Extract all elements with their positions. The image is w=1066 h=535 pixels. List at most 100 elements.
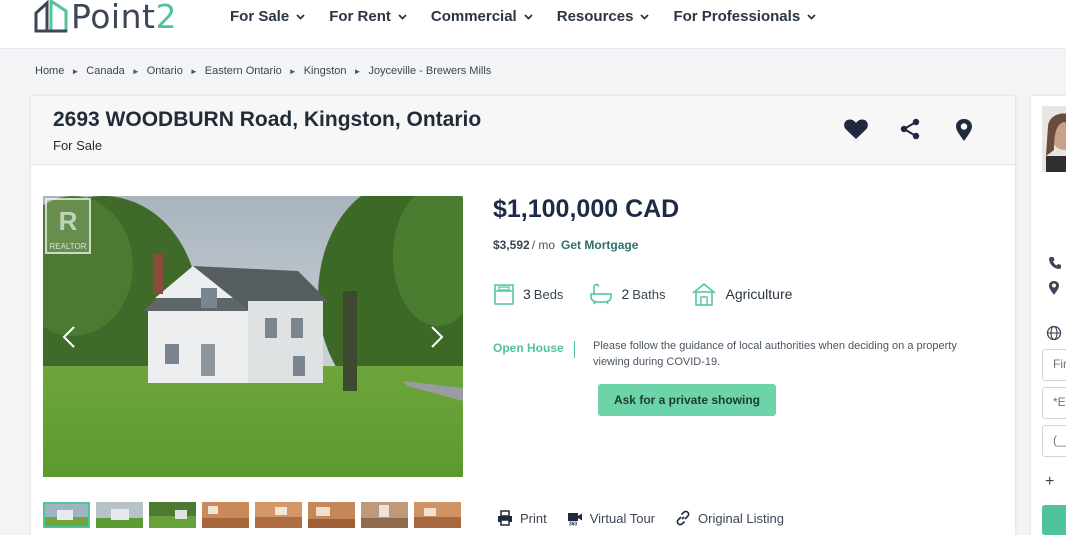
chevron-down-icon	[640, 13, 650, 20]
private-showing-button[interactable]: Ask for a private showing	[598, 384, 776, 416]
get-mortgage-link[interactable]: Get Mortgage	[561, 238, 638, 252]
email-field[interactable]: *Email	[1042, 387, 1066, 419]
next-photo-button[interactable]	[427, 323, 447, 351]
house-logo-icon	[34, 0, 68, 33]
breadcrumb-home[interactable]: Home	[35, 65, 64, 77]
virtual-tour-label: Virtual Tour	[589, 510, 656, 526]
chevron-down-icon	[296, 13, 305, 20]
breadcrumb-kingston[interactable]: Kingston	[304, 65, 347, 77]
chevron-down-icon	[524, 13, 533, 20]
link-icon	[676, 510, 690, 526]
logo-digit: 2	[155, 0, 177, 36]
breadcrumb-separator-icon: ►	[131, 66, 140, 76]
logo-wordmark: Point2	[71, 0, 177, 36]
listing-price: $1,100,000 CAD	[493, 195, 680, 223]
page: Point2 For Sale For Rent Commercial Reso…	[0, 0, 1066, 535]
nav-for-rent-label: For Rent	[329, 8, 391, 25]
breadcrumb-separator-icon: ►	[71, 66, 80, 76]
baths-feature: 2 Baths	[589, 283, 665, 305]
chevron-down-icon	[398, 13, 407, 20]
phone-field[interactable]: (___	[1042, 425, 1066, 457]
listing-card: 2693 WOODBURN Road, Kingston, Ontario Fo…	[31, 96, 1015, 535]
heart-icon	[844, 119, 868, 139]
add-icon[interactable]: +	[1045, 473, 1054, 491]
baths-label: Baths	[632, 286, 666, 302]
logo-word: Point	[71, 0, 156, 36]
nav-commercial-label: Commercial	[430, 8, 517, 25]
nav-resources[interactable]: Resources	[557, 8, 650, 25]
thumbnail[interactable]	[308, 502, 355, 528]
breadcrumb-separator-icon: ►	[353, 66, 362, 76]
thumbnail[interactable]	[202, 502, 249, 528]
house-icon	[693, 283, 716, 306]
previous-photo-button[interactable]	[59, 323, 79, 351]
photo-thumbnails	[43, 502, 467, 528]
agent-contact-panel: First *Email (___ +	[1031, 96, 1066, 535]
first-name-field[interactable]: First	[1042, 349, 1066, 381]
nav-for-professionals[interactable]: For Professionals	[673, 8, 816, 25]
globe-icon[interactable]	[1046, 325, 1062, 346]
listing-features: 3 Beds 2 Baths Agriculture	[493, 282, 818, 306]
chevron-right-icon	[431, 326, 444, 348]
phone-icon[interactable]	[1048, 256, 1062, 275]
breadcrumb: Home ► Canada ► Ontario ► Eastern Ontari…	[35, 65, 491, 77]
share-icon	[900, 118, 920, 140]
top-navigation-bar: Point2 For Sale For Rent Commercial Reso…	[0, 0, 1066, 49]
svg-text:360: 360	[569, 522, 578, 527]
breadcrumb-ontario[interactable]: Ontario	[147, 65, 183, 77]
map-button[interactable]	[937, 118, 991, 142]
monthly-payment: $3,592 / mo Get Mortgage	[493, 238, 638, 252]
thumbnail[interactable]	[361, 502, 408, 528]
bathtub-icon	[590, 283, 613, 305]
favorite-button[interactable]	[829, 118, 883, 142]
nav-for-professionals-label: For Professionals	[673, 8, 801, 25]
realtor-logo-icon: R REALTOR	[45, 198, 91, 254]
breadcrumb-separator-icon: ►	[288, 66, 297, 76]
main-menu: For Sale For Rent Commercial Resources F…	[230, 8, 840, 25]
thumbnail[interactable]	[149, 502, 196, 528]
breadcrumb-joyceville[interactable]: Joyceville - Brewers Mills	[368, 65, 491, 77]
listing-header: 2693 WOODBURN Road, Kingston, Ontario Fo…	[31, 96, 1015, 165]
beds-count: 3	[523, 286, 531, 302]
agent-submit-button[interactable]	[1042, 505, 1066, 535]
nav-for-rent[interactable]: For Rent	[329, 8, 407, 25]
listing-utility-links: Print 360 Virtual Tour Original Listing	[497, 510, 804, 526]
thumbnail[interactable]	[414, 502, 461, 528]
listing-photo[interactable]: R REALTOR	[43, 196, 463, 477]
beds-label: Beds	[533, 286, 564, 302]
beds-feature: 3 Beds	[493, 283, 563, 305]
listing-status: For Sale	[53, 138, 103, 153]
print-link[interactable]: Print	[497, 510, 547, 526]
thumbnail[interactable]	[43, 502, 90, 528]
nav-for-sale[interactable]: For Sale	[230, 8, 305, 25]
realtor-watermark: R REALTOR	[45, 198, 91, 254]
thumbnail[interactable]	[255, 502, 302, 528]
baths-count: 2	[621, 286, 630, 302]
chevron-left-icon	[62, 326, 75, 348]
realtor-watermark-text: REALTOR	[49, 242, 86, 251]
original-listing-link[interactable]: Original Listing	[675, 510, 784, 526]
nav-commercial[interactable]: Commercial	[431, 8, 533, 25]
house-photo-image	[43, 196, 463, 477]
map-pin-icon	[956, 119, 972, 141]
listing-address: 2693 WOODBURN Road, Kingston, Ontario	[53, 108, 482, 131]
breadcrumb-eastern-ontario[interactable]: Eastern Ontario	[205, 65, 282, 77]
printer-icon	[498, 510, 512, 526]
bed-icon	[494, 284, 514, 305]
location-icon	[1048, 280, 1060, 301]
monthly-unit: / mo	[531, 238, 556, 252]
property-type: Agriculture	[725, 286, 793, 302]
video-camera-icon: 360	[567, 513, 582, 527]
original-listing-label: Original Listing	[698, 510, 785, 526]
agent-avatar	[1042, 106, 1066, 172]
open-house-label: Open House	[493, 341, 575, 358]
share-button[interactable]	[883, 118, 937, 142]
property-type-feature: Agriculture	[691, 282, 792, 306]
nav-for-sale-label: For Sale	[230, 8, 290, 25]
listing-actions	[829, 118, 991, 142]
covid-notice: Please follow the guidance of local auth…	[593, 340, 957, 368]
virtual-tour-link[interactable]: 360 Virtual Tour	[567, 510, 655, 526]
point2-logo[interactable]: Point2	[33, 0, 177, 36]
thumbnail[interactable]	[96, 502, 143, 528]
breadcrumb-canada[interactable]: Canada	[86, 65, 125, 77]
